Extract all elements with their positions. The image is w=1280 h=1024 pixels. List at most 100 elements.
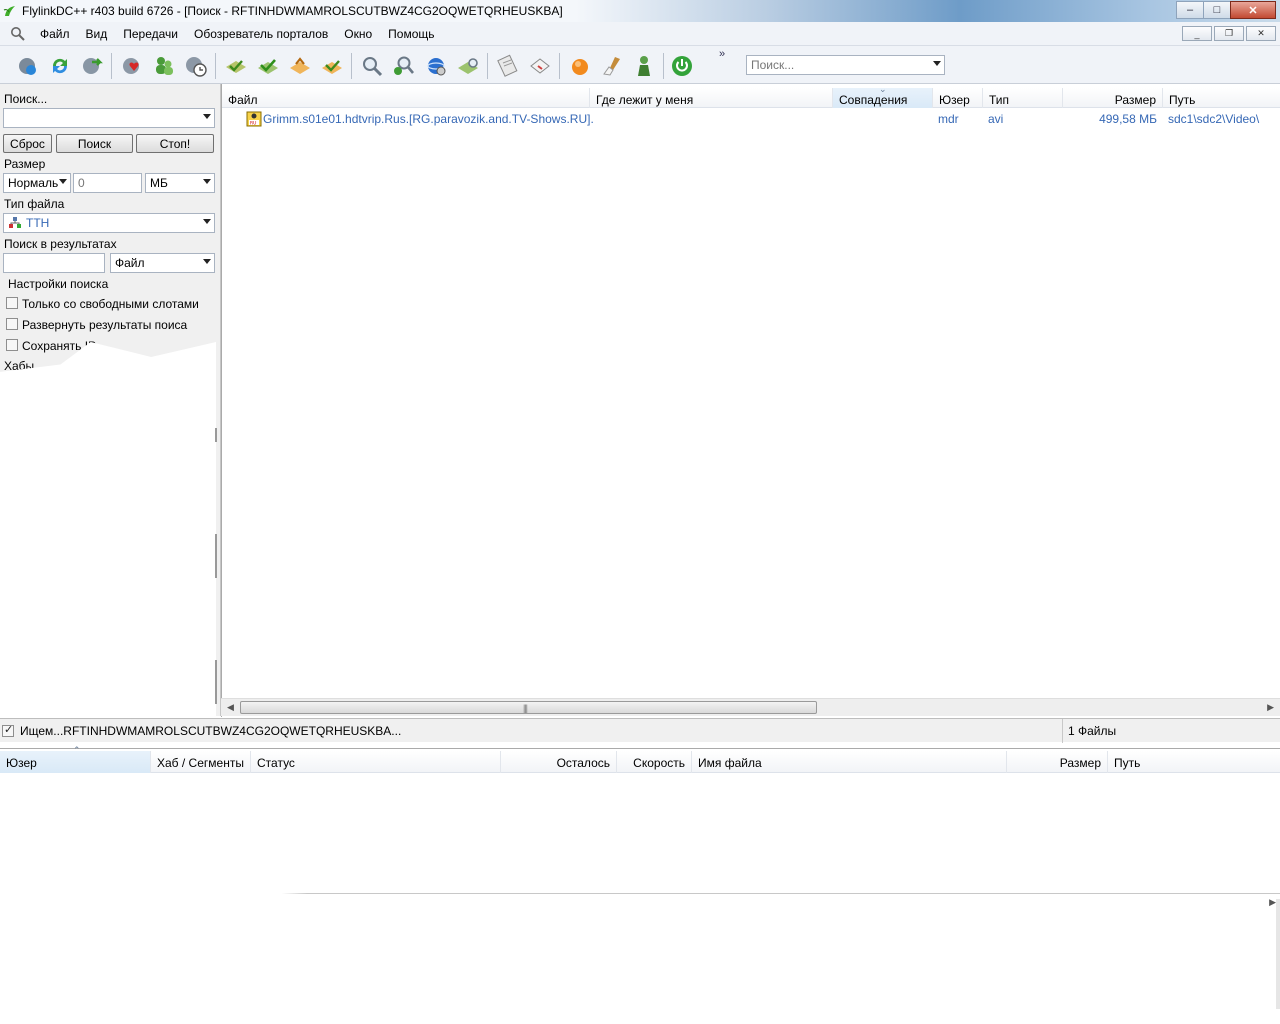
menu-view[interactable]: Вид [86,27,108,41]
search-icon[interactable] [360,54,384,78]
chevron-down-icon[interactable] [203,179,211,184]
clean-icon[interactable] [600,54,624,78]
menu-transfers[interactable]: Передачи [123,27,178,41]
col-file[interactable]: Файл [222,88,590,108]
result-type: avi [988,112,1004,126]
upload-queue-icon[interactable] [288,54,312,78]
menu-help[interactable]: Помощь [388,27,434,41]
toolbar-separator [487,53,488,79]
results-horizontal-scrollbar[interactable]: ◀ ||| ▶ [221,698,1280,716]
col-matches[interactable]: ⌄ Совпадения [833,84,933,108]
size-mode-combo[interactable]: Нормаль [3,173,71,193]
reset-button[interactable]: Сброс [3,134,52,153]
size-unit-value: МБ [150,176,168,190]
close-button[interactable]: ✕ [1230,1,1276,19]
search-results-grid: Файл Где лежит у меня ⌄ Совпадения Юзер … [221,84,1280,717]
search-query-combo[interactable] [3,108,215,128]
status-checkbox[interactable] [2,723,14,737]
reconnect-icon[interactable] [48,54,72,78]
quick-search-combo[interactable]: Поиск... [746,55,945,75]
sort-arrow-icon: ⌄ [879,84,887,94]
window-controls: – □ ✕ [1176,1,1276,19]
recent-hubs-icon[interactable] [184,54,208,78]
col-path[interactable]: Путь [1163,88,1280,108]
col-transfer-size[interactable]: Размер [1007,751,1108,773]
connect-icon[interactable] [16,54,40,78]
settings-icon[interactable] [568,54,592,78]
scroll-left-icon[interactable]: ◀ [227,702,234,713]
scrollbar-thumb[interactable]: ||| [240,701,817,714]
window-title: FlylinkDC++ r403 build 6726 - [Поиск - R… [22,4,563,18]
finished-downloads-icon[interactable] [256,54,280,78]
chevron-down-icon[interactable] [203,114,211,119]
result-file-name: Grimm.s01e01.hdtvrip.Rus.[RG.paravozik.a… [263,112,593,126]
panel-splitter-fragment [215,534,217,578]
maximize-button[interactable]: □ [1203,1,1231,19]
panel-splitter-fragment [215,428,217,442]
follow-redirect-icon[interactable] [80,54,104,78]
search-button[interactable]: Поиск [56,134,133,153]
col-speed[interactable]: Скорость [617,751,692,773]
size-mode-value: Нормаль [8,176,59,190]
col-filename[interactable]: Имя файла [692,751,1007,773]
chevron-down-icon[interactable] [203,259,211,264]
menu-file[interactable]: Файл [40,27,70,41]
toolbar-overflow-chevron[interactable]: » [719,48,725,60]
save-ip-checkbox[interactable] [6,339,18,351]
filetype-combo[interactable]: TTH [3,213,215,233]
video-file-icon: RU [246,111,262,127]
col-type[interactable]: Тип [983,88,1063,108]
search-in-results-input[interactable] [3,253,105,273]
expand-results-label: Развернуть результаты поиса [22,318,188,332]
mdi-close-button[interactable]: ✕ [1246,26,1276,41]
result-path: sdc1\sdc2\Video\ [1168,112,1260,126]
col-transfer-path[interactable]: Путь [1108,751,1280,773]
transfers-panel: ⌃ Юзер Хаб / Сегменты Статус Осталось Ск… [0,745,1280,1024]
free-slots-label: Только со свободными слотами [22,297,199,311]
size-input[interactable]: 0 [73,173,142,193]
quick-search-placeholder: Поиск... [751,58,795,72]
col-remaining[interactable]: Осталось [501,751,617,773]
queue-icon[interactable] [224,54,248,78]
chevron-down-icon[interactable] [933,61,941,66]
notepad-icon[interactable] [496,54,520,78]
flylink-logo-icon [3,6,15,16]
finished-uploads-icon[interactable] [320,54,344,78]
search-in-results-field-combo[interactable]: Файл [110,253,215,273]
col-transfer-user[interactable]: ⌃ Юзер [0,745,151,773]
col-matches-label: Совпадения [839,93,908,107]
menu-window[interactable]: Окно [344,27,372,41]
chevron-down-icon[interactable] [203,219,211,224]
rendering-artifact [0,342,216,716]
col-size[interactable]: Размер [1063,88,1163,108]
col-transfer-user-label: Юзер [6,756,37,770]
scroll-right-icon[interactable]: ▶ [1269,897,1276,908]
col-status[interactable]: Статус [251,751,501,773]
adl-search-icon[interactable] [424,54,448,78]
user-icon[interactable] [632,54,656,78]
chevron-down-icon[interactable] [59,179,67,184]
favorite-hubs-icon[interactable] [120,54,144,78]
stop-button[interactable]: Стоп! [136,134,214,153]
menu-portal-browser[interactable]: Обозреватель порталов [194,27,328,41]
mdi-restore-button[interactable]: ❐ [1214,26,1244,41]
power-icon[interactable] [670,54,694,78]
favorite-users-icon[interactable] [152,54,176,78]
table-row[interactable]: RU Grimm.s01e01.hdtvrip.Rus.[RG.paravozi… [222,110,1280,128]
col-user[interactable]: Юзер [933,88,983,108]
spy-search-icon[interactable] [392,54,416,78]
expand-results-checkbox[interactable] [6,318,18,330]
search-options-panel: Поиск... Сброс Поиск Стоп! Размер Нормал… [0,84,221,716]
col-local-location[interactable]: Где лежит у меня [590,88,833,108]
minimize-button[interactable]: – [1176,1,1204,19]
free-slots-checkbox[interactable] [6,297,18,309]
search-in-results-label: Поиск в результатах [4,237,117,251]
size-unit-combo[interactable]: МБ [145,173,215,193]
mdi-minimize-button[interactable]: _ [1182,26,1212,41]
scroll-right-icon[interactable]: ▶ [1267,702,1274,713]
toolbar-separator [559,53,560,79]
sort-arrow-icon: ⌃ [73,745,81,755]
col-hub-segments[interactable]: Хаб / Сегменты [151,751,251,773]
open-file-list-icon[interactable] [528,54,552,78]
tth-search-icon[interactable] [456,54,480,78]
